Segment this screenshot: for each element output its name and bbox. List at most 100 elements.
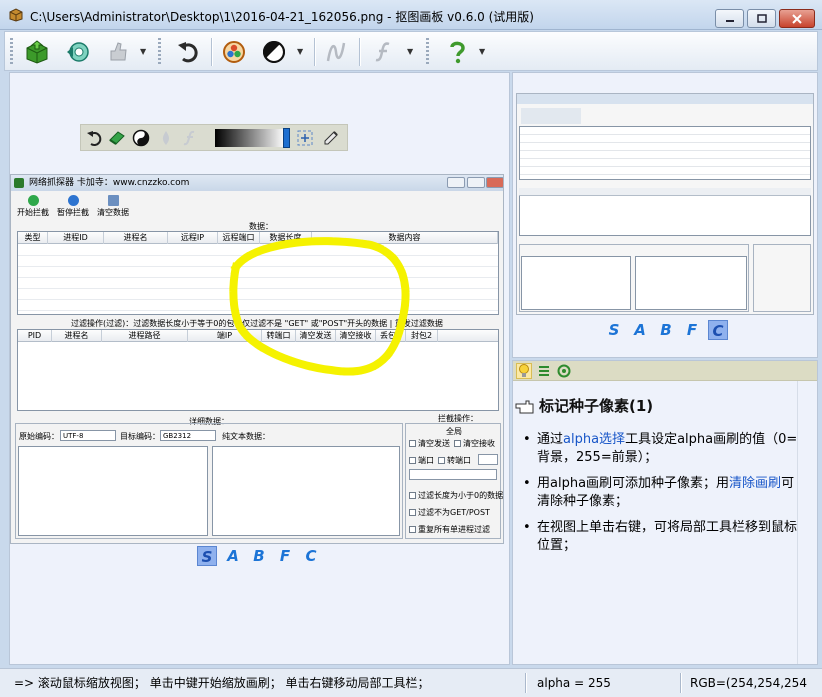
help-item: 用alpha画刷可添加种子像素；用清除画刷可清除种子像素； bbox=[521, 475, 801, 511]
undo-icon bbox=[178, 42, 198, 63]
minimize-icon bbox=[725, 19, 734, 22]
clear-icon bbox=[107, 195, 119, 206]
list-icon bbox=[539, 366, 549, 376]
thumb-button[interactable] bbox=[103, 37, 133, 67]
help-icon bbox=[450, 41, 465, 64]
help-list: 通过alpha选择工具设定alpha画刷的值（0=背景，255=前景）； 用al… bbox=[521, 431, 801, 563]
preview-channel-a[interactable]: A bbox=[630, 320, 650, 340]
curve-icon bbox=[326, 42, 346, 62]
embedded-maximize bbox=[467, 177, 485, 188]
left-channel-selector: S A B F C bbox=[197, 546, 321, 566]
pause-icon bbox=[67, 195, 79, 206]
reload-button[interactable] bbox=[63, 37, 93, 67]
embedded-title-text: 网络抓探器 卡加寺：www.cnzzko.com bbox=[29, 178, 190, 188]
embedded-pause-button: 暂停拦截 bbox=[53, 195, 93, 221]
channel-b[interactable]: B bbox=[249, 546, 269, 566]
preview-image[interactable] bbox=[516, 93, 814, 315]
tip-tab[interactable] bbox=[516, 363, 532, 379]
local-crosshair-button[interactable] bbox=[296, 129, 314, 147]
right-channel-selector: S A B F C bbox=[604, 320, 728, 340]
help-button[interactable] bbox=[442, 37, 472, 67]
channel-c[interactable]: C bbox=[301, 546, 321, 566]
eraser-icon bbox=[109, 131, 125, 145]
status-bar: => 滚动鼠标缩放视图； 单击中键开始缩放画刷； 单击右键移动局部工具栏； al… bbox=[0, 668, 822, 697]
curve-button[interactable] bbox=[321, 37, 351, 67]
lightbulb-icon bbox=[519, 364, 529, 377]
contrast-dropdown[interactable]: ▼ bbox=[297, 48, 305, 56]
status-divider-2 bbox=[680, 673, 681, 693]
status-rgb: RGB=(254,254,254 bbox=[690, 676, 807, 690]
script-f-icon bbox=[183, 130, 195, 146]
alpha-select-button[interactable] bbox=[219, 37, 249, 67]
local-brush-button[interactable] bbox=[132, 129, 150, 147]
title-bar: C:\Users\Administrator\Desktop\1\2016-04… bbox=[0, 0, 822, 30]
embedded-app-icon bbox=[14, 178, 24, 188]
refresh-icon bbox=[67, 42, 89, 62]
alpha-slider-thumb[interactable] bbox=[283, 128, 290, 148]
main-view[interactable]: 网络抓探器 卡加寺：www.cnzzko.com 开始拦截 暂停拦截 清空数据 … bbox=[9, 72, 510, 665]
toolbar-grip[interactable] bbox=[10, 38, 13, 66]
local-drop-button[interactable] bbox=[157, 129, 175, 147]
eye-icon bbox=[557, 364, 571, 378]
preview-panel[interactable]: S A B F C bbox=[512, 72, 818, 358]
script-f-icon bbox=[375, 42, 390, 62]
thumb-dropdown[interactable]: ▼ bbox=[140, 48, 148, 56]
channel-a[interactable]: A bbox=[223, 546, 243, 566]
list-tab[interactable] bbox=[536, 363, 552, 379]
view-tab[interactable] bbox=[556, 363, 572, 379]
help-dropdown[interactable]: ▼ bbox=[479, 48, 487, 56]
embedded-clear-button: 清空数据 bbox=[93, 195, 133, 221]
contrast-icon bbox=[263, 41, 285, 63]
embedded-start-button: 开始拦截 bbox=[13, 195, 53, 221]
status-alpha: alpha = 255 bbox=[537, 676, 611, 690]
maximize-icon bbox=[756, 14, 767, 23]
help-item: 通过alpha选择工具设定alpha画刷的值（0=背景，255=前景）； bbox=[521, 431, 801, 467]
alpha-gradient-slider[interactable] bbox=[215, 129, 285, 147]
script-f-dropdown[interactable]: ▼ bbox=[407, 48, 415, 56]
clear-brush-link[interactable]: 清除画刷 bbox=[729, 476, 781, 491]
embedded-close bbox=[486, 177, 503, 188]
preview-channel-s[interactable]: S bbox=[604, 320, 624, 340]
help-scrollbar[interactable] bbox=[797, 381, 817, 664]
pen-icon bbox=[324, 131, 338, 145]
local-toolbar[interactable] bbox=[80, 124, 348, 151]
local-script-f-button[interactable] bbox=[181, 129, 199, 147]
play-icon bbox=[27, 195, 39, 206]
undo-icon bbox=[87, 131, 102, 146]
local-pen-button[interactable] bbox=[322, 129, 340, 147]
maximize-button[interactable] bbox=[747, 9, 776, 28]
crosshair-icon bbox=[297, 130, 313, 146]
preview-channel-b[interactable]: B bbox=[656, 320, 676, 340]
local-eraser-button[interactable] bbox=[108, 129, 126, 147]
image-canvas[interactable]: 网络抓探器 卡加寺：www.cnzzko.com 开始拦截 暂停拦截 清空数据 … bbox=[10, 174, 504, 544]
yin-yang-icon bbox=[132, 129, 150, 147]
open-button[interactable] bbox=[22, 37, 52, 67]
script-f-button[interactable] bbox=[369, 37, 399, 67]
close-icon bbox=[792, 13, 802, 24]
main-toolbar: ▼ ▼ ▼ ▼ bbox=[4, 31, 818, 71]
channel-s[interactable]: S bbox=[197, 546, 217, 566]
embedded-filter-caption: 过滤操作(过滤)：过滤数据长度小于等于0的包 | 仅过滤不是 "GET" 或"P… bbox=[71, 319, 443, 328]
close-button[interactable] bbox=[779, 9, 815, 28]
toolbar-separator-2 bbox=[314, 38, 315, 66]
open-box-icon bbox=[26, 40, 48, 64]
minimize-button[interactable] bbox=[715, 9, 744, 28]
local-undo-button[interactable] bbox=[85, 129, 103, 147]
embedded-data-table: 类型 进程ID 进程名 远程IP 远程端口 数据长度 数据内容 bbox=[17, 231, 499, 315]
alpha-select-link[interactable]: alpha选择 bbox=[563, 432, 625, 447]
preview-channel-c[interactable]: C bbox=[708, 320, 728, 340]
status-divider bbox=[525, 673, 526, 693]
embedded-detail-group: 原始编码： UTF-8 目标编码： GB2312 纯文本数据： bbox=[15, 423, 403, 539]
help-item: 在视图上单击右键，可将局部工具栏移到鼠标位置； bbox=[521, 519, 801, 555]
undo-button[interactable] bbox=[173, 37, 203, 67]
toolbar-grip-3[interactable] bbox=[426, 38, 429, 66]
toolbar-separator bbox=[211, 38, 212, 66]
channel-f[interactable]: F bbox=[275, 546, 295, 566]
embedded-process-table: PID 进程名 进程路径 端IP 转端口 清空发送 清空接收 丢包1 封包2 bbox=[17, 329, 499, 411]
contrast-button[interactable] bbox=[259, 37, 289, 67]
embedded-minimize bbox=[447, 177, 465, 188]
toolbar-separator-3 bbox=[359, 38, 360, 66]
help-title: 标记种子像素(1) bbox=[515, 395, 653, 416]
toolbar-grip-2[interactable] bbox=[158, 38, 161, 66]
preview-channel-f[interactable]: F bbox=[682, 320, 702, 340]
